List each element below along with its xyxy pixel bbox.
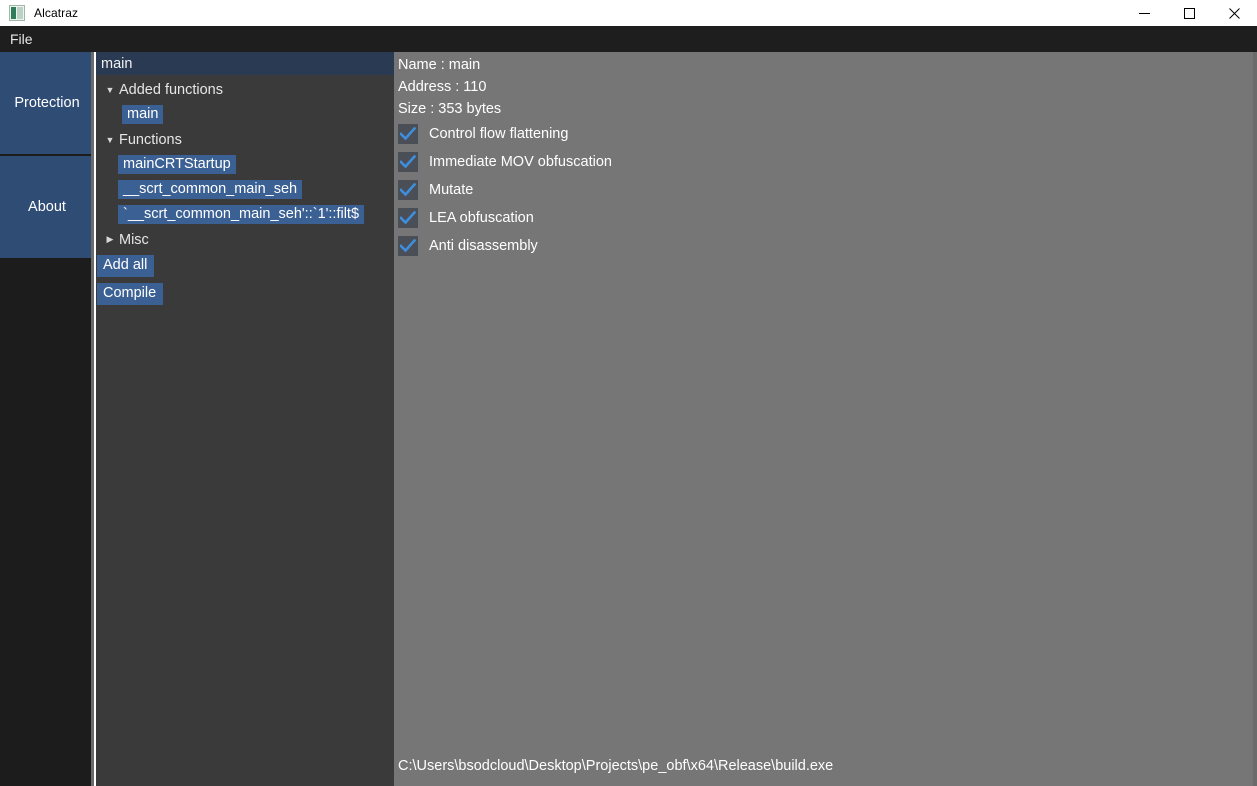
sidebar-divider: [91, 52, 94, 786]
checkbox-checked-icon[interactable]: [398, 124, 418, 144]
tree-group-label: Misc: [119, 231, 149, 248]
close-button[interactable]: [1212, 0, 1257, 26]
option-mutate[interactable]: Mutate: [394, 176, 1257, 204]
tree-group-misc[interactable]: ▶ Misc: [96, 227, 394, 252]
function-tree-panel: main ▼ Added functions main ▼ Functions …: [96, 52, 394, 786]
option-label: Immediate MOV obfuscation: [429, 154, 612, 170]
tree-group-added-functions[interactable]: ▼ Added functions: [96, 77, 394, 102]
compile-row: Compile: [96, 280, 394, 308]
option-lea-obfuscation[interactable]: LEA obfuscation: [394, 204, 1257, 232]
minimize-button[interactable]: [1122, 0, 1167, 26]
add-all-button[interactable]: Add all: [97, 254, 155, 278]
option-label: Anti disassembly: [429, 238, 538, 254]
title-bar: Alcatraz: [0, 0, 1257, 26]
app-icon: [9, 5, 25, 21]
chevron-down-icon[interactable]: ▼: [101, 135, 119, 145]
menu-item-file[interactable]: File: [0, 26, 42, 52]
tree-body: ▼ Added functions main ▼ Functions mainC…: [96, 75, 394, 308]
tree-group-label: Added functions: [119, 81, 223, 98]
checkbox-checked-icon[interactable]: [398, 152, 418, 172]
detail-size: Size : 353 bytes: [398, 101, 502, 117]
checkbox-checked-icon[interactable]: [398, 180, 418, 200]
checkbox-checked-icon[interactable]: [398, 236, 418, 256]
tree-item-scrt-common-main-seh-filt[interactable]: `__scrt_common_main_seh'::`1'::filt$: [96, 202, 394, 227]
tree-item-label[interactable]: main: [122, 105, 164, 124]
option-immediate-mov-obfuscation[interactable]: Immediate MOV obfuscation: [394, 148, 1257, 176]
checkbox-checked-icon[interactable]: [398, 208, 418, 228]
compile-button[interactable]: Compile: [97, 282, 164, 306]
tree-item-scrt-common-main-seh[interactable]: __scrt_common_main_seh: [96, 177, 394, 202]
detail-name: Name : main: [398, 57, 481, 73]
chevron-down-icon[interactable]: ▼: [101, 85, 119, 95]
option-label: Mutate: [429, 182, 474, 198]
window-title: Alcatraz: [34, 6, 79, 20]
option-control-flow-flattening[interactable]: Control flow flattening: [394, 120, 1257, 148]
tree-group-label: Functions: [119, 131, 182, 148]
tree-item-label[interactable]: `__scrt_common_main_seh'::`1'::filt$: [118, 205, 365, 224]
output-path-label: C:\Users\bsodcloud\Desktop\Projects\pe_o…: [398, 758, 834, 774]
menu-bar: File: [0, 26, 1257, 52]
tree-item-maincrtstartup[interactable]: mainCRTStartup: [96, 152, 394, 177]
add-all-row: Add all: [96, 252, 394, 280]
option-label: LEA obfuscation: [429, 210, 534, 226]
sidebar-item-about[interactable]: About: [0, 156, 94, 260]
tree-item-main[interactable]: main: [96, 102, 394, 127]
sidebar: Protection About: [0, 52, 94, 786]
sidebar-item-protection[interactable]: Protection: [0, 52, 94, 156]
maximize-button[interactable]: [1167, 0, 1212, 26]
option-label: Control flow flattening: [429, 126, 569, 142]
tree-header-main: main: [96, 52, 394, 75]
window-controls: [1122, 0, 1257, 26]
chevron-right-icon[interactable]: ▶: [101, 234, 119, 245]
detail-panel: Name : main Address : 110 Size : 353 byt…: [394, 52, 1257, 786]
tree-item-label[interactable]: __scrt_common_main_seh: [118, 180, 303, 199]
option-anti-disassembly[interactable]: Anti disassembly: [394, 232, 1257, 260]
panel-right-edge: [1253, 52, 1257, 786]
detail-address: Address : 110: [398, 79, 487, 95]
tree-group-functions[interactable]: ▼ Functions: [96, 127, 394, 152]
tree-item-label[interactable]: mainCRTStartup: [118, 155, 236, 174]
